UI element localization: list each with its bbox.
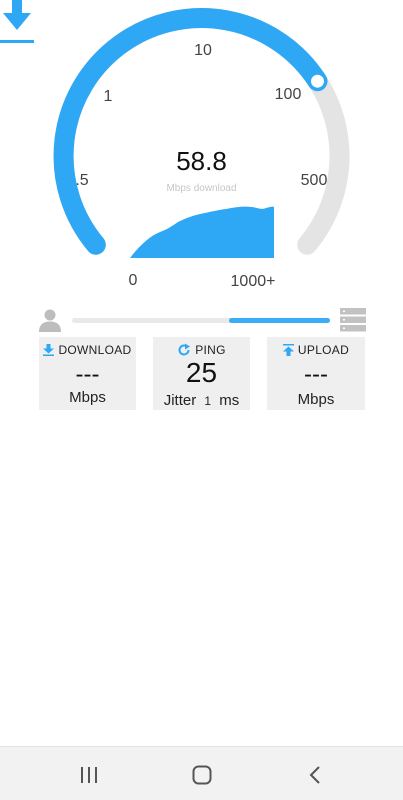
user-icon: [39, 309, 61, 332]
download-arrow-icon: [0, 0, 34, 43]
jitter-unit: ms: [219, 392, 240, 409]
current-speed-unit: Mbps download: [166, 183, 237, 194]
back-button[interactable]: [295, 761, 335, 789]
tick-label-1: 1: [103, 88, 113, 105]
download-icon: [43, 344, 55, 356]
download-unit: Mbps: [69, 389, 106, 406]
upload-icon: [282, 344, 294, 356]
recent-apps-button[interactable]: [69, 761, 109, 789]
home-button[interactable]: [182, 761, 222, 789]
tick-label-100: 100: [274, 86, 302, 103]
ping-label: PING: [195, 343, 226, 357]
back-icon: [309, 766, 320, 784]
gauge-needle-knob: [308, 71, 327, 91]
speed-gauge: 0 .5 1 10 100 500 1000+ 58.8 Mbps downlo…: [0, 0, 403, 300]
jitter-value: 1: [204, 394, 212, 408]
upload-card: UPLOAD --- Mbps: [267, 337, 365, 410]
home-icon: [192, 765, 212, 785]
refresh-icon: [178, 343, 191, 356]
tick-label-0: 0: [128, 272, 138, 289]
server-icon: [340, 308, 366, 332]
download-value: ---: [75, 361, 100, 388]
upload-value: ---: [304, 361, 328, 388]
speed-history-graph: [130, 206, 274, 258]
jitter-row: Jitter 1 ms: [153, 392, 250, 409]
system-navigation-bar: [0, 746, 403, 800]
progress-fill: [229, 318, 330, 323]
tick-label-1000plus: 1000+: [230, 273, 276, 290]
progress-track: [72, 318, 330, 323]
upload-unit: Mbps: [297, 391, 335, 408]
download-card-header: DOWNLOAD: [39, 343, 136, 357]
jitter-label: Jitter: [163, 392, 197, 409]
tick-label-10: 10: [194, 42, 212, 59]
ping-value: 25: [185, 357, 218, 388]
current-speed-value: 58.8: [176, 146, 227, 176]
gauge-fill: [53, 8, 328, 255]
download-card: DOWNLOAD --- Mbps: [39, 337, 136, 410]
ping-card: PING 25 Jitter 1 ms: [153, 337, 250, 410]
upload-label: UPLOAD: [297, 343, 350, 357]
download-label: DOWNLOAD: [58, 343, 132, 357]
upload-card-header: UPLOAD: [267, 343, 365, 357]
ping-card-header: PING: [153, 343, 250, 357]
recent-apps-icon: [81, 767, 97, 783]
test-progress-row: [0, 305, 403, 335]
